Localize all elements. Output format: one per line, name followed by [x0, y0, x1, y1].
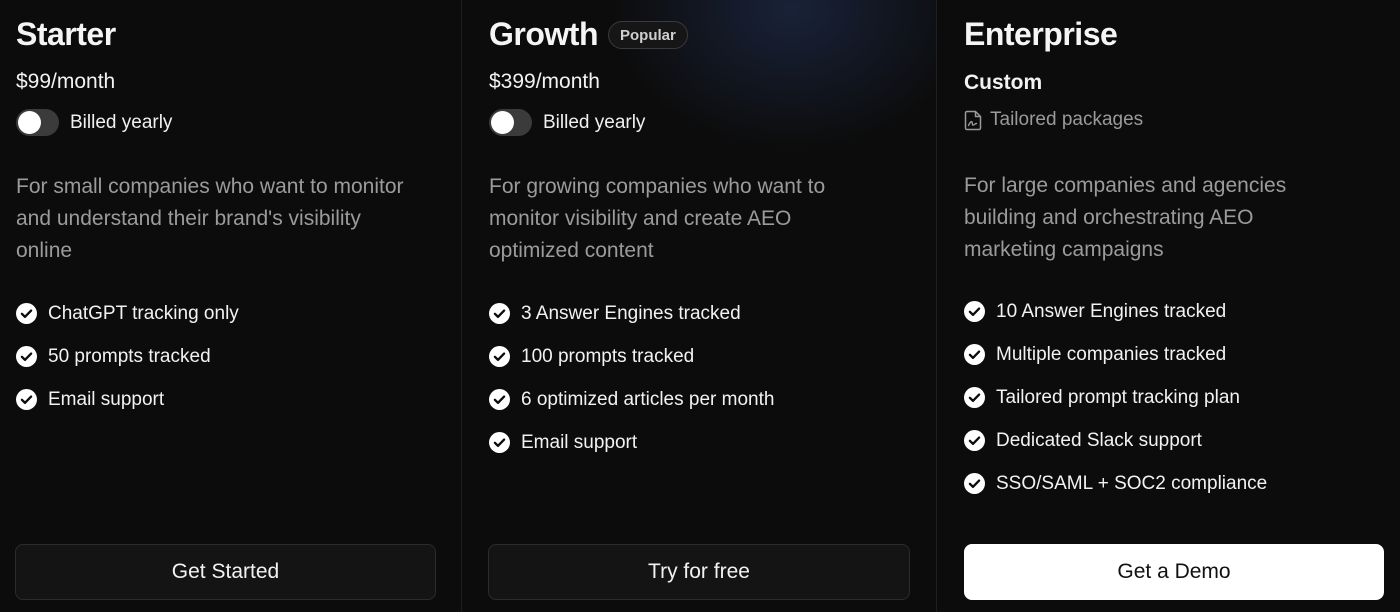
plan-price: Custom: [964, 71, 1043, 94]
toggle-knob: [18, 111, 41, 134]
check-circle-icon: [489, 432, 510, 453]
check-circle-icon: [964, 473, 985, 494]
feature-label: 100 prompts tracked: [521, 345, 695, 367]
check-circle-icon: [16, 303, 37, 324]
feature-label: 6 optimized articles per month: [521, 388, 775, 410]
feature-label: 3 Answer Engines tracked: [521, 302, 741, 324]
feature-label: 10 Answer Engines tracked: [996, 300, 1227, 322]
list-item: SSO/SAML + SOC2 compliance: [964, 462, 1267, 505]
list-item: 50 prompts tracked: [16, 335, 239, 378]
plan-price: $399/month: [489, 70, 600, 93]
feature-label: Multiple companies tracked: [996, 343, 1227, 365]
billed-yearly-label: Billed yearly: [543, 111, 646, 133]
billed-yearly-toggle[interactable]: [489, 109, 532, 136]
plan-name: Starter: [16, 16, 116, 52]
plan-price: $99/month: [16, 70, 116, 93]
check-circle-icon: [964, 387, 985, 408]
file-signature-icon: [964, 110, 982, 130]
list-item: Multiple companies tracked: [964, 333, 1267, 376]
list-item: ChatGPT tracking only: [16, 292, 239, 335]
list-item: Tailored prompt tracking plan: [964, 376, 1267, 419]
plan-name: Growth: [489, 16, 598, 52]
toggle-knob: [491, 111, 514, 134]
list-item: 3 Answer Engines tracked: [489, 292, 774, 335]
billed-yearly-label: Billed yearly: [70, 111, 173, 133]
feature-list: 3 Answer Engines tracked 100 prompts tra…: [489, 292, 774, 464]
plan-card-enterprise: Enterprise Custom Tailored packages For …: [937, 0, 1400, 612]
feature-label: ChatGPT tracking only: [48, 302, 239, 324]
feature-list: 10 Answer Engines tracked Multiple compa…: [964, 290, 1267, 505]
billing-toggle-row: Billed yearly: [16, 109, 172, 136]
tailored-packages-label: Tailored packages: [990, 109, 1144, 130]
check-circle-icon: [489, 346, 510, 367]
feature-label: Email support: [48, 388, 165, 410]
billed-yearly-toggle[interactable]: [16, 109, 59, 136]
pricing-section: Starter $99/month Billed yearly For smal…: [0, 0, 1400, 612]
feature-label: Email support: [521, 431, 638, 453]
list-item: Email support: [16, 378, 239, 421]
plan-description: For large companies and agencies buildin…: [964, 174, 1287, 261]
tailored-packages: Tailored packages: [964, 109, 1143, 131]
list-item: Dedicated Slack support: [964, 419, 1267, 462]
list-item: Email support: [489, 421, 774, 464]
get-started-button[interactable]: Get Started: [15, 544, 436, 600]
billing-toggle-row: Billed yearly: [489, 109, 645, 136]
plan-card-growth: Growth Popular $399/month Billed yearly …: [462, 0, 937, 612]
check-circle-icon: [489, 389, 510, 410]
check-circle-icon: [16, 346, 37, 367]
check-circle-icon: [489, 303, 510, 324]
plan-card-starter: Starter $99/month Billed yearly For smal…: [0, 0, 462, 612]
check-circle-icon: [964, 430, 985, 451]
plan-description: For small companies who want to monitor …: [16, 175, 404, 262]
check-circle-icon: [964, 301, 985, 322]
feature-label: Dedicated Slack support: [996, 429, 1202, 451]
list-item: 100 prompts tracked: [489, 335, 774, 378]
try-for-free-button[interactable]: Try for free: [488, 544, 910, 600]
check-circle-icon: [964, 344, 985, 365]
plan-name: Enterprise: [964, 16, 1118, 52]
get-a-demo-button[interactable]: Get a Demo: [964, 544, 1384, 600]
feature-list: ChatGPT tracking only 50 prompts tracked…: [16, 292, 239, 421]
plan-description: For growing companies who want to monito…: [489, 175, 826, 262]
feature-label: Tailored prompt tracking plan: [996, 386, 1240, 408]
feature-label: 50 prompts tracked: [48, 345, 211, 367]
list-item: 10 Answer Engines tracked: [964, 290, 1267, 333]
check-circle-icon: [16, 389, 37, 410]
popular-badge: Popular: [608, 21, 688, 49]
feature-label: SSO/SAML + SOC2 compliance: [996, 472, 1268, 494]
list-item: 6 optimized articles per month: [489, 378, 774, 421]
